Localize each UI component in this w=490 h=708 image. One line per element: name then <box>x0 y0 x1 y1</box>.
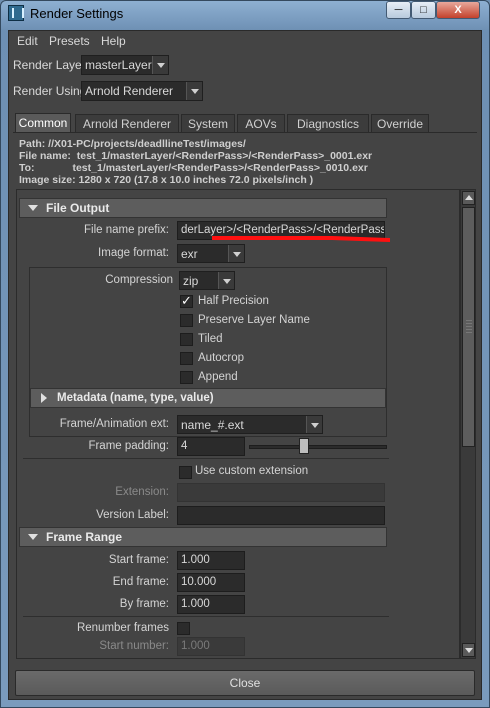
append-checkbox[interactable] <box>180 371 193 384</box>
info-image-size: Image size: 1280 x 720 (17.8 x 10.0 inch… <box>19 174 314 186</box>
tab-system[interactable]: System <box>181 114 235 133</box>
tab-arnold-renderer[interactable]: Arnold Renderer <box>75 114 179 133</box>
start-number-input: 1.000 <box>177 637 245 656</box>
compression-value: zip <box>183 274 199 288</box>
compression-dropdown[interactable]: zip <box>179 271 235 290</box>
metadata-header[interactable]: Metadata (name, type, value) <box>30 388 386 408</box>
tab-divider <box>13 132 477 133</box>
tab-diagnostics[interactable]: Diagnostics <box>287 114 369 133</box>
info-file-name: File name: test_1/masterLayer/<RenderPas… <box>19 150 373 162</box>
close-window-button[interactable]: X <box>436 1 480 19</box>
maximize-button[interactable]: □ <box>411 1 436 19</box>
scroll-up-arrow-icon[interactable] <box>462 191 475 205</box>
start-frame-label: Start frame: <box>108 554 169 566</box>
maya-app-icon <box>8 5 24 21</box>
render-using-label: Render Using <box>13 84 87 98</box>
chevron-down-icon <box>152 56 168 74</box>
compression-label: Compression <box>105 274 173 286</box>
autocrop-label: Autocrop <box>198 352 245 364</box>
collapse-arrow-icon <box>28 205 38 211</box>
menu-help[interactable]: Help <box>101 34 126 48</box>
preserve-layer-name-label: Preserve Layer Name <box>198 314 310 326</box>
render-using-value: Arnold Renderer <box>85 84 174 98</box>
preserve-layer-name-checkbox[interactable] <box>180 314 193 327</box>
image-format-label: Image format: <box>98 247 169 259</box>
frame-padding-label: Frame padding: <box>88 440 169 452</box>
chevron-down-icon <box>218 272 234 289</box>
expand-arrow-icon <box>41 393 47 403</box>
end-frame-input[interactable]: 10.000 <box>177 573 245 592</box>
frame-animation-ext-value: name_#.ext <box>181 418 244 432</box>
renumber-frames-label: Renumber frames <box>76 622 169 634</box>
separator <box>23 616 389 617</box>
by-frame-input[interactable]: 1.000 <box>177 595 245 614</box>
menu-presets[interactable]: Presets <box>49 34 90 48</box>
by-frame-label: By frame: <box>119 598 169 610</box>
file-output-header[interactable]: File Output <box>19 198 387 218</box>
render-layer-dropdown[interactable]: masterLayer <box>81 55 169 75</box>
menu-bar: Edit Presets Help <box>9 31 481 51</box>
start-number-label: Start number: <box>99 640 169 652</box>
render-settings-client: Edit Presets Help Render Layer masterLay… <box>8 30 482 700</box>
frame-padding-input[interactable]: 4 <box>177 437 245 456</box>
extension-input <box>177 483 385 502</box>
tiled-label: Tiled <box>198 333 223 345</box>
renumber-frames-checkbox[interactable] <box>177 622 190 635</box>
metadata-title: Metadata (name, type, value) <box>57 392 214 404</box>
half-precision-checkbox[interactable] <box>180 293 193 309</box>
image-format-dropdown[interactable]: exr <box>177 244 245 263</box>
close-button[interactable]: Close <box>15 670 475 696</box>
frame-range-header[interactable]: Frame Range <box>19 527 387 547</box>
append-label: Append <box>198 371 238 383</box>
menu-edit[interactable]: Edit <box>17 34 38 48</box>
settings-scroll-panel: File Output File name prefix: derLayer>/… <box>16 189 460 659</box>
scroll-down-arrow-icon[interactable] <box>462 643 475 657</box>
title-bar[interactable]: Render Settings ─ □ X <box>0 0 488 28</box>
end-frame-label: End frame: <box>112 576 169 588</box>
version-label-label: Version Label: <box>96 509 169 521</box>
start-frame-input[interactable]: 1.000 <box>177 551 245 570</box>
tiled-checkbox[interactable] <box>180 333 193 346</box>
grip-icon <box>466 320 472 334</box>
render-layer-value: masterLayer <box>85 58 152 72</box>
version-label-input[interactable] <box>177 506 385 525</box>
separator <box>23 458 389 459</box>
use-custom-extension-label: Use custom extension <box>195 465 309 477</box>
window-title: Render Settings <box>30 6 124 21</box>
use-custom-extension-checkbox[interactable] <box>179 466 192 479</box>
render-layer-label: Render Layer <box>13 58 86 72</box>
frame-animation-ext-label: Frame/Animation ext: <box>59 418 169 430</box>
scrollbar-thumb[interactable] <box>462 207 475 447</box>
render-using-dropdown[interactable]: Arnold Renderer <box>81 81 203 101</box>
autocrop-checkbox[interactable] <box>180 352 193 365</box>
minimize-button[interactable]: ─ <box>386 1 411 19</box>
tab-override[interactable]: Override <box>371 114 429 133</box>
red-underline-annotation <box>212 236 390 242</box>
file-name-prefix-label: File name prefix: <box>83 224 169 236</box>
vertical-scrollbar[interactable] <box>460 189 476 659</box>
collapse-arrow-icon <box>28 534 38 540</box>
frame-padding-slider-track[interactable] <box>249 445 387 449</box>
extension-label: Extension: <box>115 486 169 498</box>
chevron-down-icon <box>186 82 202 100</box>
image-format-value: exr <box>181 247 198 261</box>
chevron-down-icon <box>228 245 244 262</box>
file-output-title: File Output <box>46 201 110 215</box>
tab-common[interactable]: Common <box>15 113 71 133</box>
tab-aovs[interactable]: AOVs <box>237 114 285 133</box>
info-to: To: test_1/masterLayer/<RenderPass>/<Ren… <box>19 162 368 174</box>
frame-range-title: Frame Range <box>46 530 123 544</box>
chevron-down-icon <box>306 416 322 433</box>
frame-padding-slider-handle[interactable] <box>299 438 310 454</box>
half-precision-label: Half Precision <box>198 295 269 307</box>
frame-animation-ext-dropdown[interactable]: name_#.ext <box>177 415 323 434</box>
info-path: Path: //X01-PC/projects/deadllineTest/im… <box>19 138 246 150</box>
